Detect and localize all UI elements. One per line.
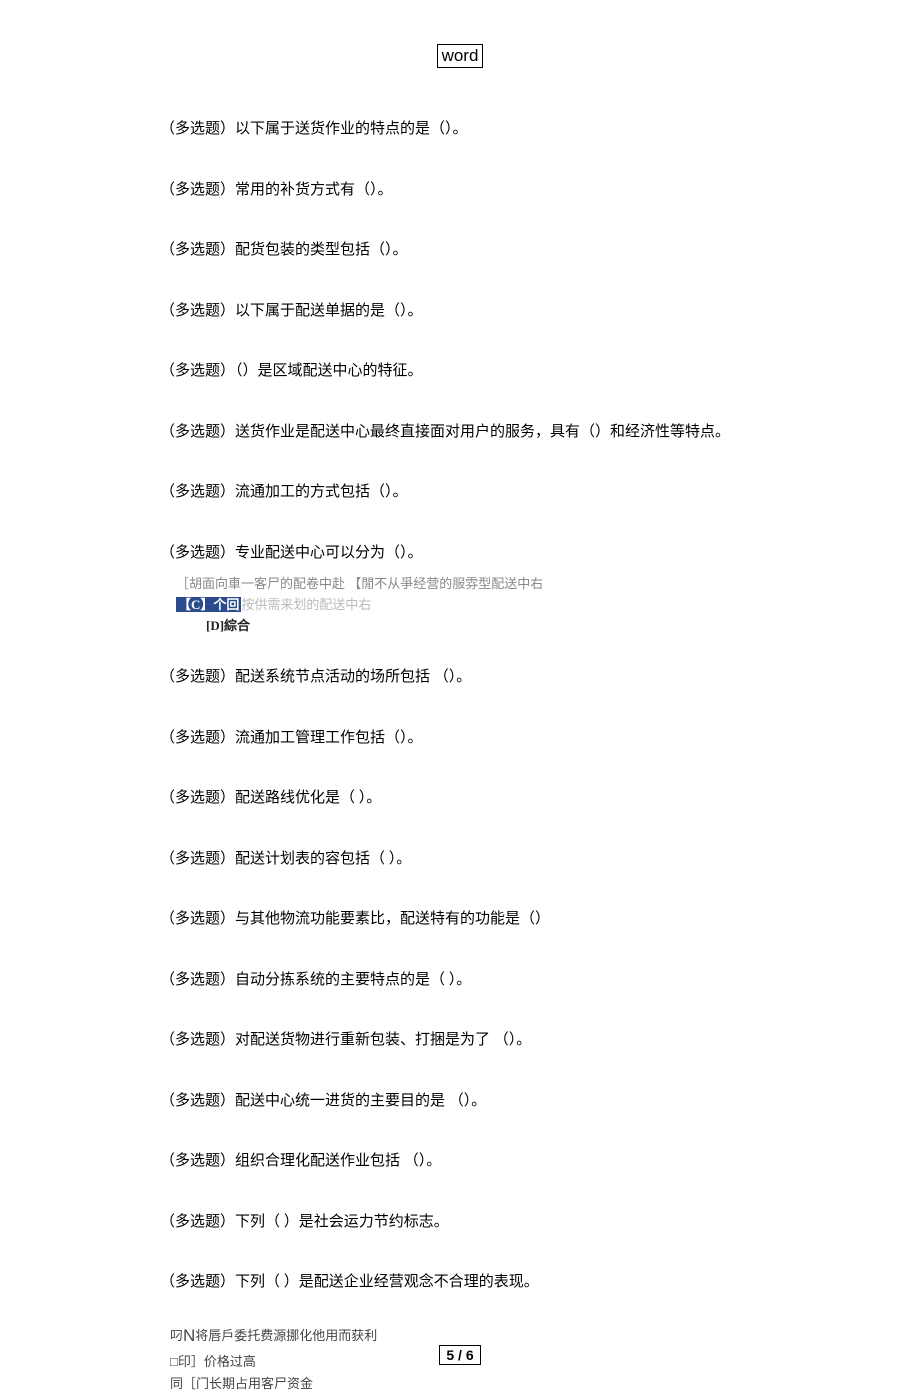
document-page: word （多选题）以下属于送货作业的特点的是（）。 （多选题）常用的补货方式有… [0, 0, 920, 1395]
question-tag: （多选题） [160, 182, 235, 198]
question-text: 专业配送中心可以分为（）。 [235, 545, 423, 561]
question-text: 以下属于送货作业的特点的是（）。 [235, 121, 468, 137]
page-header: word [0, 44, 920, 68]
question-item: （多选题）与其他物流功能要素比，配送特有的功能是（） [160, 908, 840, 931]
question-text: （）是区域配送中心的特征。 [235, 363, 423, 379]
question-tag: （多选题） [160, 790, 235, 806]
question-text: 常用的补货方式有（）。 [235, 182, 393, 198]
question-tag: （多选题） [160, 545, 235, 561]
question-item: （多选题）以下属于配送单据的是（）。 [160, 300, 840, 323]
question-text: 下列（ ）是社会运力节约标志。 [235, 1214, 449, 1230]
question-tag: （多选题） [160, 972, 235, 988]
question-text: 配送路线优化是（ ）。 [235, 790, 381, 806]
question-tag: （多选题） [160, 669, 235, 685]
question-tag: （多选题） [160, 484, 235, 500]
question-text: 组织合理化配送作业包括 （）。 [235, 1153, 441, 1169]
question-item: （多选题）配送路线优化是（ ）。 [160, 787, 840, 810]
question-text: 送货作业是配送中心最终直接面对用户的服务，具有（）和经济性等特点。 [235, 424, 730, 440]
page-number: 5 / 6 [439, 1345, 480, 1365]
question-tag: （多选题） [160, 1093, 235, 1109]
question-text: 下列（ ）是配送企业经营观念不合理的表现。 [235, 1274, 539, 1290]
question-item: （多选题）自动分拣系统的主要特点的是（ ）。 [160, 969, 840, 992]
option-faded: 按供需来划的配送中右 [241, 597, 371, 612]
answer-marker: N [183, 1326, 195, 1345]
question-tag: （多选题） [160, 121, 235, 137]
header-title: word [437, 44, 484, 68]
question-text: 流通加工管理工作包括（）。 [235, 730, 423, 746]
question-item: （多选题）组织合理化配送作业包括 （）。 [160, 1150, 840, 1173]
question-text: 自动分拣系统的主要特点的是（ ）。 [235, 972, 471, 988]
question-tag: （多选题） [160, 851, 235, 867]
question-text: 配货包装的类型包括（）。 [235, 242, 408, 258]
question-item: （多选题）配货包装的类型包括（）。 [160, 239, 840, 262]
option-line: 【C】个回按供需来划的配送中右 [176, 595, 840, 616]
question-text: 配送计划表的容包括（ ）。 [235, 851, 411, 867]
options-block: ［胡面向車一客尸的配卷中赴 【閒不从爭经营的服雰型配送中右 【C】个回按供需来划… [160, 574, 840, 636]
question-tag: （多选题） [160, 1214, 235, 1230]
question-text: 对配送货物进行重新包装、打捆是为了 （）。 [235, 1032, 531, 1048]
question-item: （多选题）对配送货物进行重新包装、打捆是为了 （）。 [160, 1029, 840, 1052]
question-item: （多选题）下列（ ）是配送企业经营观念不合理的表现。 [160, 1271, 840, 1294]
question-text: 以下属于配送单据的是（）。 [235, 303, 423, 319]
option-line: ［胡面向車一客尸的配卷中赴 【閒不从爭经营的服雰型配送中右 [176, 574, 840, 595]
answer-line: 同［门长期占用客尸资金 [170, 1373, 840, 1395]
question-tag: （多选题） [160, 242, 235, 258]
question-tag: （多选题） [160, 424, 235, 440]
content-area: （多选题）以下属于送货作业的特点的是（）。 （多选题）常用的补货方式有（）。 （… [0, 118, 920, 1395]
question-tag: （多选题） [160, 911, 235, 927]
page-footer: 5 / 6 [0, 1345, 920, 1365]
question-item: （多选题）配送计划表的容包括（ ）。 [160, 848, 840, 871]
question-item: （多选题）以下属于送货作业的特点的是（）。 [160, 118, 840, 141]
answer-text: 将唇戶委托费源挪化他用而获利 [195, 1328, 377, 1343]
question-item: （多选题）常用的补货方式有（）。 [160, 179, 840, 202]
question-text: 配送系统节点活动的场所包括 （）。 [235, 669, 471, 685]
question-item: （多选题）配送中心统一进货的主要目的是 （）。 [160, 1090, 840, 1113]
question-tag: （多选题） [160, 303, 235, 319]
question-item: （多选题）专业配送中心可以分为（）。 [160, 542, 840, 565]
option-line: [D]綜合 [176, 616, 840, 637]
question-text: 配送中心统一进货的主要目的是 （）。 [235, 1093, 486, 1109]
question-item: （多选题）下列（ ）是社会运力节约标志。 [160, 1211, 840, 1234]
question-tag: （多选题） [160, 730, 235, 746]
question-text: 流通加工的方式包括（）。 [235, 484, 408, 500]
question-text: 与其他物流功能要素比，配送特有的功能是（） [235, 911, 550, 927]
question-item: （多选题）送货作业是配送中心最终直接面对用户的服务，具有（）和经济性等特点。 [160, 421, 840, 444]
question-tag: （多选题） [160, 1274, 235, 1290]
question-tag: （多选题） [160, 1032, 235, 1048]
question-tag: （多选题） [160, 1153, 235, 1169]
option-highlight: 【C】个回 [176, 597, 241, 612]
question-item: （多选题）（）是区域配送中心的特征。 [160, 360, 840, 383]
question-item: （多选题）流通加工管理工作包括（）。 [160, 727, 840, 750]
question-item: （多选题）流通加工的方式包括（）。 [160, 481, 840, 504]
question-item: （多选题）配送系统节点活动的场所包括 （）。 [160, 666, 840, 689]
question-tag: （多选题） [160, 363, 235, 379]
answer-prefix: 叼 [170, 1328, 183, 1343]
